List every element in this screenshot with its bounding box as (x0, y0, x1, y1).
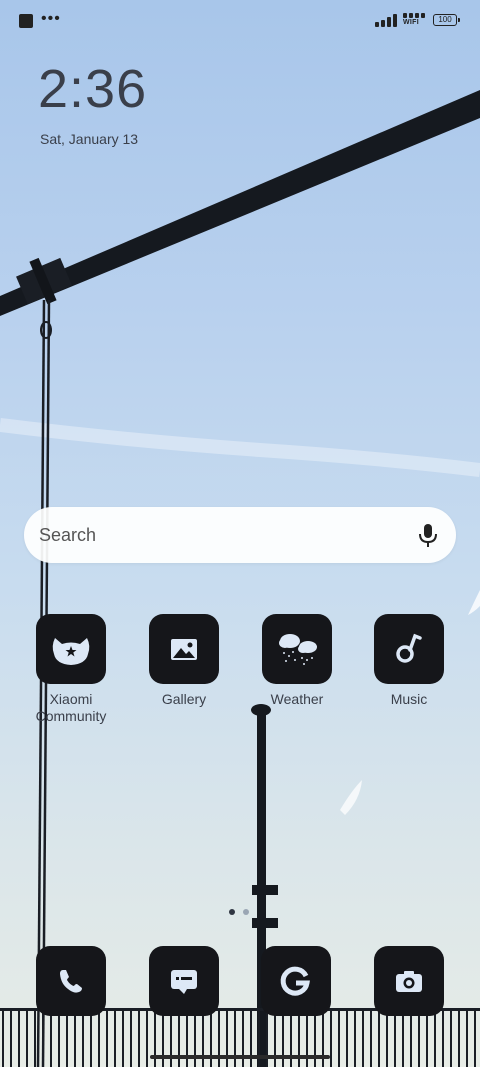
app-weather[interactable]: Weather (247, 614, 347, 708)
clock-date[interactable]: Sat, January 13 (40, 131, 138, 147)
dock-camera[interactable] (374, 946, 444, 1016)
app-label: Weather (270, 691, 324, 707)
phone-icon (60, 970, 82, 993)
cellular-signal-icon (375, 14, 397, 27)
camera-icon (396, 971, 422, 992)
wifi-icon: WIFI (403, 13, 429, 29)
search-bar[interactable]: Search (24, 507, 456, 563)
app-gallery[interactable]: Gallery (134, 614, 234, 708)
app-label: Gallery (161, 691, 207, 707)
app-music[interactable]: Music (359, 614, 459, 708)
more-notifications-icon: ••• (41, 10, 61, 27)
app-xiaomi-community[interactable]: Xiaomi Community (21, 614, 121, 725)
messages-icon (171, 970, 197, 994)
google-icon (280, 966, 310, 996)
dock-messages[interactable] (149, 946, 219, 1016)
app-label: Xiaomi Community (35, 691, 107, 724)
notification-square-icon (19, 14, 33, 28)
search-placeholder: Search (39, 525, 97, 545)
page-dot-active (229, 909, 235, 915)
music-icon (374, 614, 444, 684)
status-bar: ••• WIFI 100 (0, 0, 480, 40)
home-indicator[interactable] (150, 1055, 330, 1059)
wifi-label: WIFI (403, 19, 419, 26)
gallery-icon (149, 614, 219, 684)
page-indicator (229, 909, 249, 915)
xiaomi-community-icon (36, 614, 106, 684)
clock-time[interactable]: 2:36 (38, 58, 147, 120)
microphone-icon[interactable] (414, 521, 442, 549)
weather-icon (262, 614, 332, 684)
dock-google[interactable] (261, 946, 331, 1016)
page-dot (243, 909, 249, 915)
dock-phone[interactable] (36, 946, 106, 1016)
app-label: Music (390, 691, 428, 707)
battery-icon: 100 (433, 14, 460, 26)
